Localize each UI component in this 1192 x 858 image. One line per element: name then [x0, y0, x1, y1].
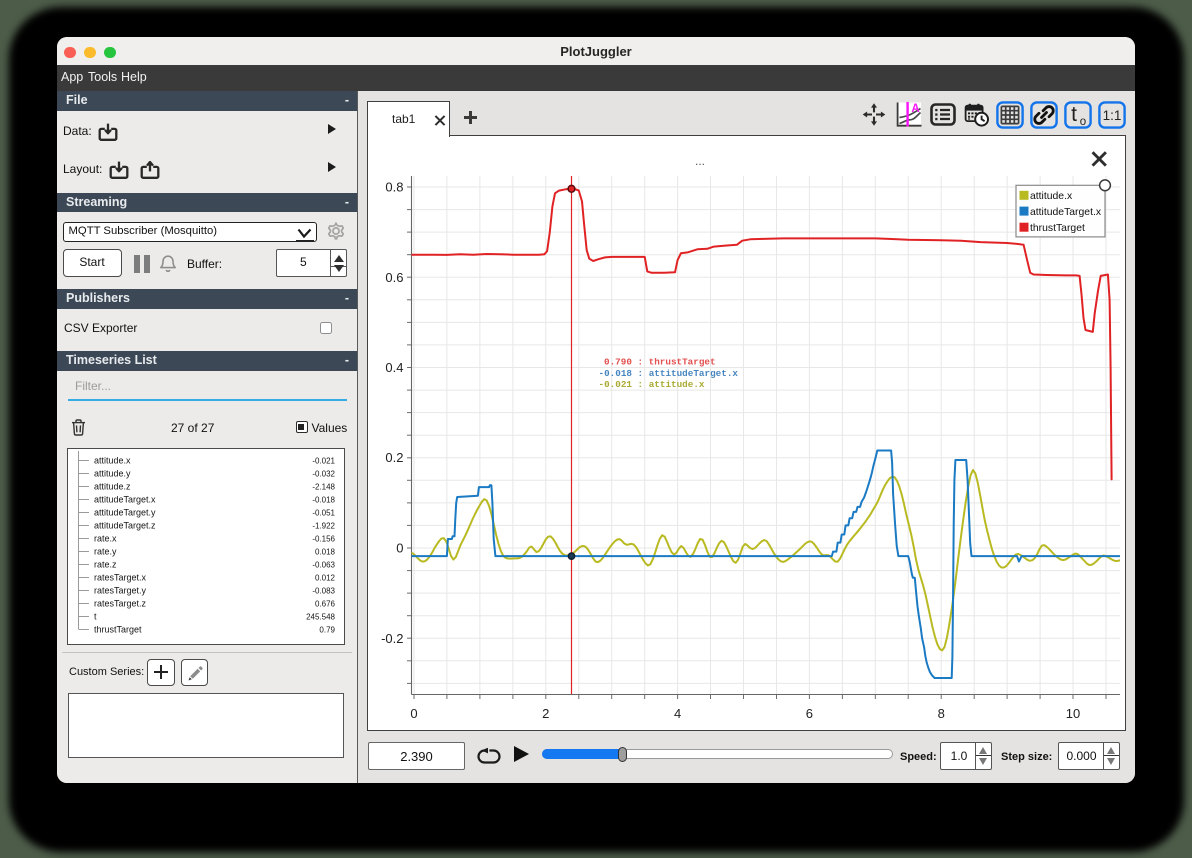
svg-text:0.2: 0.2 [385, 450, 403, 465]
svg-text:0: 0 [410, 706, 417, 721]
svg-text:attitudeTarget.x: attitudeTarget.x [1030, 207, 1102, 218]
svg-text:thrustTarget: thrustTarget [1030, 223, 1085, 234]
svg-text:0.8: 0.8 [385, 180, 403, 195]
svg-text:2: 2 [542, 706, 549, 721]
svg-text:4: 4 [674, 706, 681, 721]
svg-text:-0.021 : attitude.x: -0.021 : attitude.x [599, 379, 705, 390]
svg-text:0.4: 0.4 [385, 360, 403, 375]
svg-text:6: 6 [806, 706, 813, 721]
svg-text:0.6: 0.6 [385, 270, 403, 285]
svg-text:-0.2: -0.2 [381, 631, 403, 646]
svg-text:0: 0 [396, 541, 403, 556]
svg-text:-0.018 : attitudeTarget.x: -0.018 : attitudeTarget.x [599, 368, 739, 379]
svg-text:8: 8 [938, 706, 945, 721]
svg-text:10: 10 [1066, 706, 1080, 721]
svg-text:0.790 : thrustTarget: 0.790 : thrustTarget [604, 357, 716, 368]
svg-text:attitude.x: attitude.x [1030, 191, 1073, 202]
